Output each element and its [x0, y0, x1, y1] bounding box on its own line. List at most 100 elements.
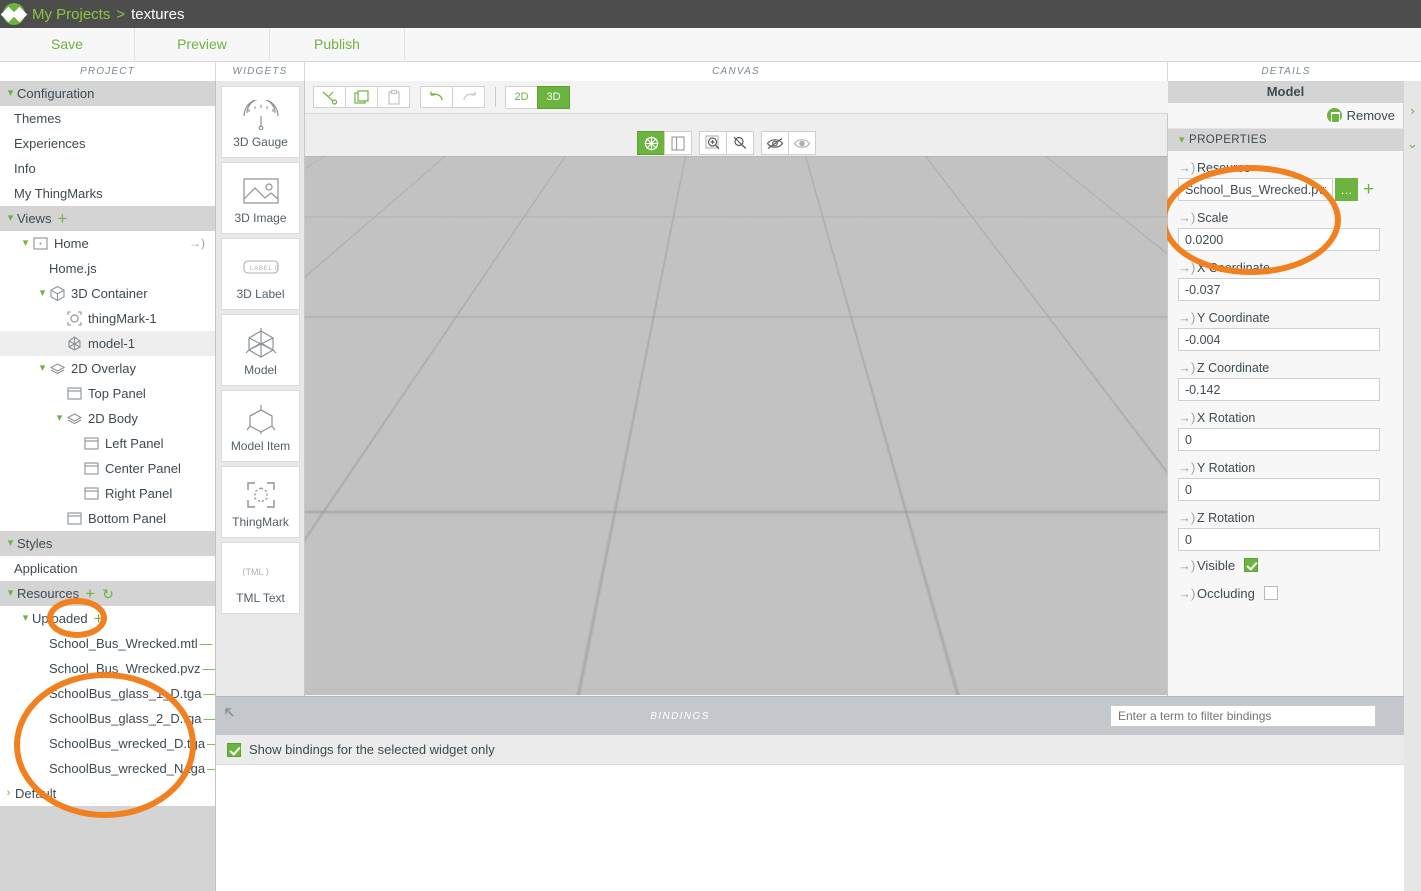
- tree-group-views[interactable]: ▾Views+: [0, 206, 215, 231]
- tree-group-resources[interactable]: ▾Resources+↻: [0, 581, 215, 606]
- school-bus-model[interactable]: [465, 199, 1165, 619]
- tree-item-config-1[interactable]: Experiences: [0, 131, 215, 156]
- tree-item-resource-0[interactable]: ▾Uploaded+: [0, 606, 215, 631]
- chevron-down-icon[interactable]: ▾: [19, 606, 32, 631]
- zoom-in-button[interactable]: [699, 131, 727, 155]
- rail-collapse-chevron[interactable]: ⌄: [1404, 136, 1421, 152]
- y-coordinate-field-input[interactable]: [1178, 328, 1380, 351]
- occluding-toggle-checkbox[interactable]: [1264, 586, 1278, 600]
- pan-2d-button[interactable]: [664, 131, 692, 155]
- tree-item-resource-5[interactable]: SchoolBus_wrecked_D.tga—: [0, 731, 215, 756]
- open-view-icon[interactable]: →): [189, 231, 205, 256]
- tree-item-view-7[interactable]: ▾2D Body: [0, 406, 215, 431]
- tree-item-view-10[interactable]: Right Panel: [0, 481, 215, 506]
- chevron-down-icon[interactable]: ▾: [36, 356, 49, 381]
- copy-button[interactable]: [345, 86, 378, 108]
- binding-arrow-icon[interactable]: →): [1178, 260, 1197, 275]
- binding-arrow-icon[interactable]: →): [1178, 160, 1197, 175]
- tree-item-view-9[interactable]: Center Panel: [0, 456, 215, 481]
- rail-expand-chevron[interactable]: ›: [1404, 103, 1421, 118]
- properties-section-header[interactable]: ▾ PROPERTIES: [1168, 129, 1403, 151]
- resource-field-input[interactable]: [1178, 178, 1333, 201]
- tree-group-styles[interactable]: ▾Styles: [0, 531, 215, 556]
- tree-item-view-3[interactable]: thingMark-1: [0, 306, 215, 331]
- eye-hidden-icon-button[interactable]: [761, 131, 789, 155]
- mode-2d-button[interactable]: 2D: [505, 86, 538, 109]
- binding-arrow-icon[interactable]: →): [1178, 410, 1197, 425]
- binding-arrow-icon[interactable]: →): [1178, 310, 1197, 325]
- expand-icon[interactable]: [216, 708, 250, 725]
- remove-button[interactable]: Remove: [1327, 108, 1395, 123]
- add-icon[interactable]: +: [57, 210, 67, 227]
- tree-item-resource-2[interactable]: School_Bus_Wrecked.pvz—: [0, 656, 215, 681]
- tree-item-view-5[interactable]: ▾2D Overlay: [0, 356, 215, 381]
- ptc-logo-icon[interactable]: [0, 0, 28, 28]
- binding-arrow-icon[interactable]: →): [1178, 558, 1197, 573]
- tree-item-view-6[interactable]: Top Panel: [0, 381, 215, 406]
- x-coordinate-field-input[interactable]: [1178, 278, 1380, 301]
- binding-arrow-icon[interactable]: →): [1178, 210, 1197, 225]
- tree-item-resource-7[interactable]: ›Default: [0, 781, 215, 806]
- cut-button[interactable]: [313, 86, 346, 108]
- paste-button[interactable]: [377, 86, 410, 108]
- mode-3d-button[interactable]: 3D: [537, 86, 570, 109]
- top-bar: My Projects > textures: [0, 0, 1421, 28]
- binding-arrow-icon[interactable]: →): [1178, 460, 1197, 475]
- tree-item-config-0[interactable]: Themes: [0, 106, 215, 131]
- tree-item-view-1[interactable]: Home.js: [0, 256, 215, 281]
- widget-card-model-item[interactable]: Model Item: [221, 390, 300, 462]
- widget-card-3d-image[interactable]: 3D Image: [221, 162, 300, 234]
- x-rotation-field-input[interactable]: [1178, 428, 1380, 451]
- 3d-viewport[interactable]: Y X Z: [305, 114, 1167, 695]
- show-bindings-row[interactable]: Show bindings for the selected widget on…: [216, 735, 1404, 765]
- tree-item-view-11[interactable]: Bottom Panel: [0, 506, 215, 531]
- undo-button[interactable]: [420, 86, 453, 108]
- chevron-down-icon[interactable]: ▾: [36, 281, 49, 306]
- refresh-icon[interactable]: ↻: [102, 587, 114, 601]
- widget-card-model[interactable]: Model: [221, 314, 300, 386]
- tree-item-resource-1[interactable]: School_Bus_Wrecked.mtl—: [0, 631, 215, 656]
- widget-card-thingmark[interactable]: ThingMark: [221, 466, 300, 538]
- widget-card-tml-text[interactable]: ⟨TML ⟩TML Text: [221, 542, 300, 614]
- eye-icon-button[interactable]: [788, 131, 816, 155]
- binding-arrow-icon[interactable]: →): [1178, 360, 1197, 375]
- tree-item-view-8[interactable]: Left Panel: [0, 431, 215, 456]
- chevron-down-icon[interactable]: ▾: [19, 231, 32, 256]
- tree-item-view-4[interactable]: model-1: [0, 331, 215, 356]
- tree-item-config-3[interactable]: My ThingMarks: [0, 181, 215, 206]
- scale-field-input[interactable]: [1178, 228, 1380, 251]
- y-rotation-field-input[interactable]: [1178, 478, 1380, 501]
- tree-group-configuration[interactable]: ▾Configuration: [0, 81, 215, 106]
- publish-button[interactable]: Publish: [270, 28, 405, 61]
- tree-item-view-0[interactable]: ▾ Home →): [0, 231, 215, 256]
- tree-item-style-0[interactable]: Application: [0, 556, 215, 581]
- bindings-filter-input[interactable]: [1110, 705, 1376, 727]
- preview-button[interactable]: Preview: [135, 28, 270, 61]
- zoom-fit-button[interactable]: [726, 131, 754, 155]
- redo-button[interactable]: [452, 86, 485, 108]
- show-bindings-checkbox[interactable]: [227, 743, 241, 757]
- widget-card-3d-label[interactable]: LABEL 03D Label: [221, 238, 300, 310]
- visible-toggle-checkbox[interactable]: [1244, 558, 1258, 572]
- save-button[interactable]: Save: [0, 28, 135, 61]
- resource-browse-button[interactable]: …: [1335, 178, 1358, 201]
- add-icon[interactable]: +: [94, 610, 104, 627]
- widget-card-3d-gauge[interactable]: 3D Gauge: [221, 86, 300, 158]
- binding-arrow-icon[interactable]: →): [1178, 510, 1197, 525]
- tree-item-resource-4[interactable]: SchoolBus_glass_2_D.tga—: [0, 706, 215, 731]
- z-coordinate-field-input[interactable]: [1178, 378, 1380, 401]
- resource-add-icon[interactable]: +: [1363, 180, 1374, 199]
- tree-item-resource-6[interactable]: SchoolBus_wrecked_N.tga—: [0, 756, 215, 781]
- add-icon[interactable]: +: [85, 585, 95, 602]
- tree-item-resource-3[interactable]: SchoolBus_glass_1_D.tga—: [0, 681, 215, 706]
- tree-item-view-2[interactable]: ▾3D Container: [0, 281, 215, 306]
- tree-item-label: Home: [54, 231, 89, 256]
- z-rotation-field-input[interactable]: [1178, 528, 1380, 551]
- rail-section-header: [1404, 62, 1421, 81]
- tree-item-config-2[interactable]: Info: [0, 156, 215, 181]
- breadcrumb-my-projects[interactable]: My Projects: [28, 6, 110, 23]
- chevron-right-icon[interactable]: ›: [2, 781, 15, 806]
- navigate-3d-button[interactable]: [637, 131, 665, 155]
- binding-arrow-icon[interactable]: →): [1178, 586, 1197, 601]
- chevron-down-icon[interactable]: ▾: [53, 406, 66, 431]
